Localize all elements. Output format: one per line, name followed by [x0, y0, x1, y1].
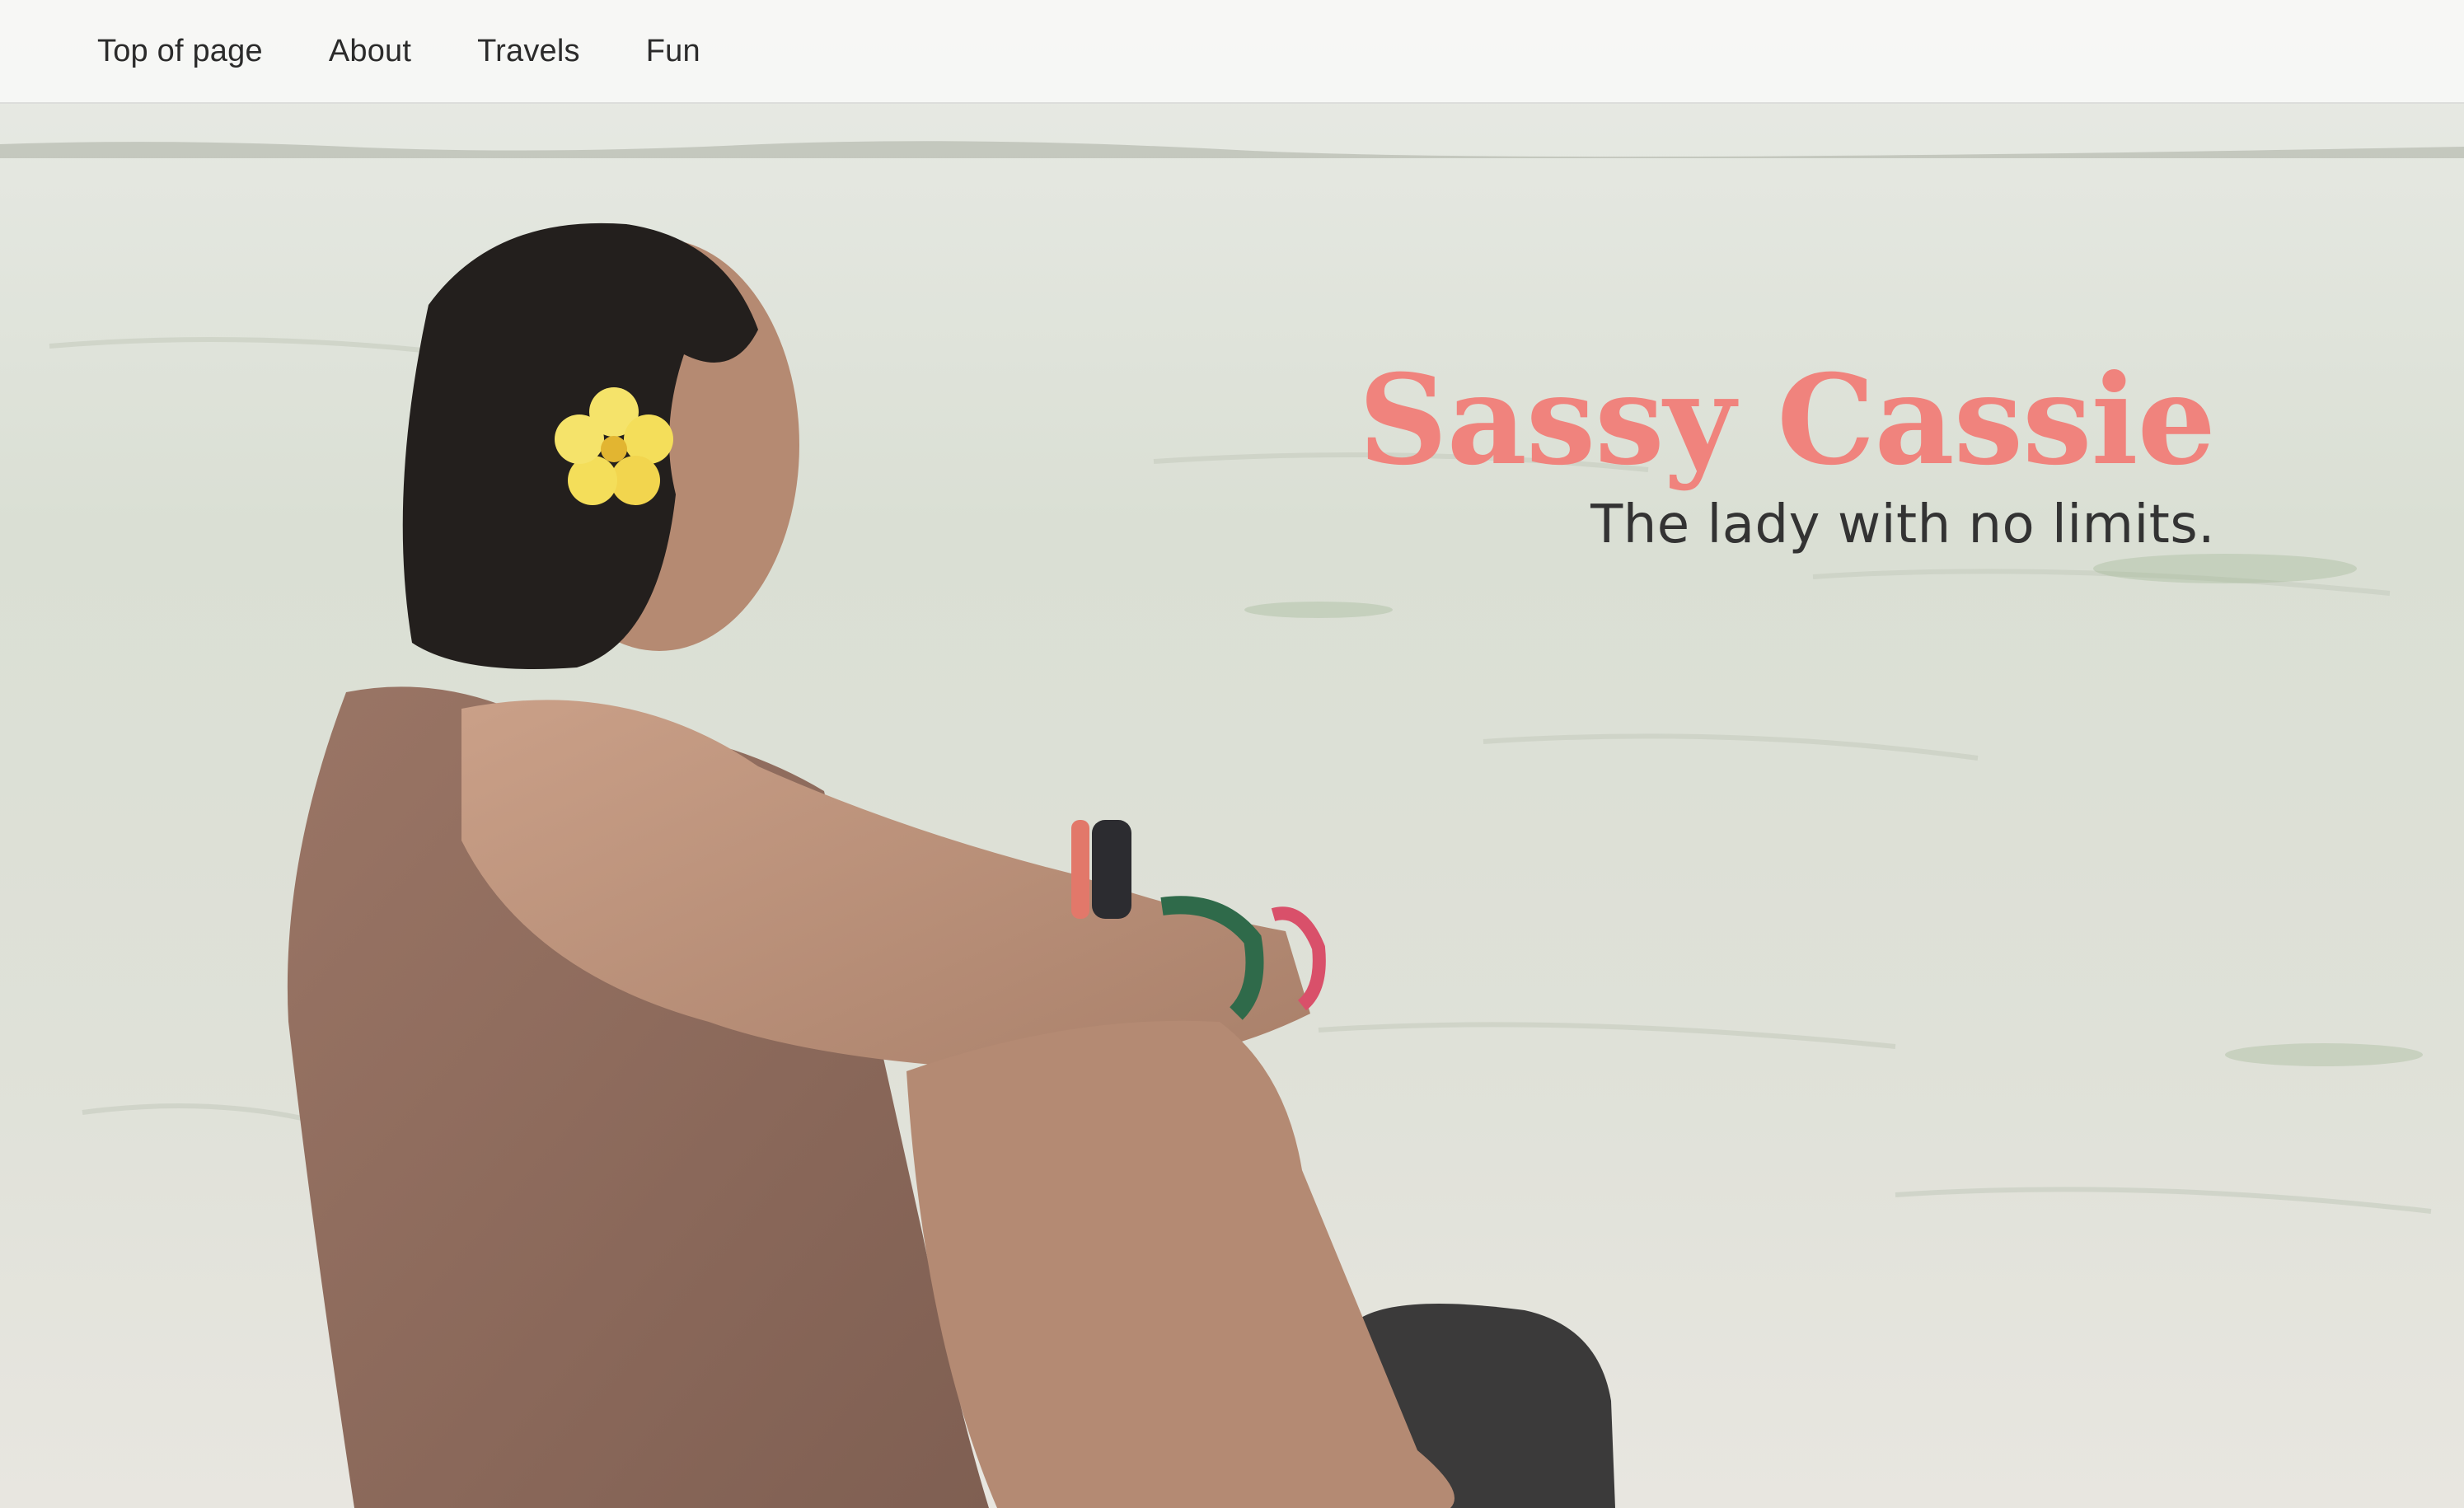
- site-title: Sassy Cassie: [1358, 348, 2216, 493]
- nav-link-about[interactable]: About: [329, 34, 411, 69]
- nav-link-fun[interactable]: Fun: [646, 34, 700, 69]
- hero-background-photo: [0, 0, 2464, 1508]
- hero-text-block: Sassy Cassie The lady with no limits.: [1358, 348, 2216, 555]
- nav-link-top-of-page[interactable]: Top of page: [97, 34, 263, 69]
- nav-link-travels[interactable]: Travels: [477, 34, 580, 69]
- top-navbar: Top of page About Travels Fun: [0, 0, 2464, 104]
- hero-section: [0, 0, 2464, 1508]
- site-tagline: The lady with no limits.: [1590, 494, 2215, 555]
